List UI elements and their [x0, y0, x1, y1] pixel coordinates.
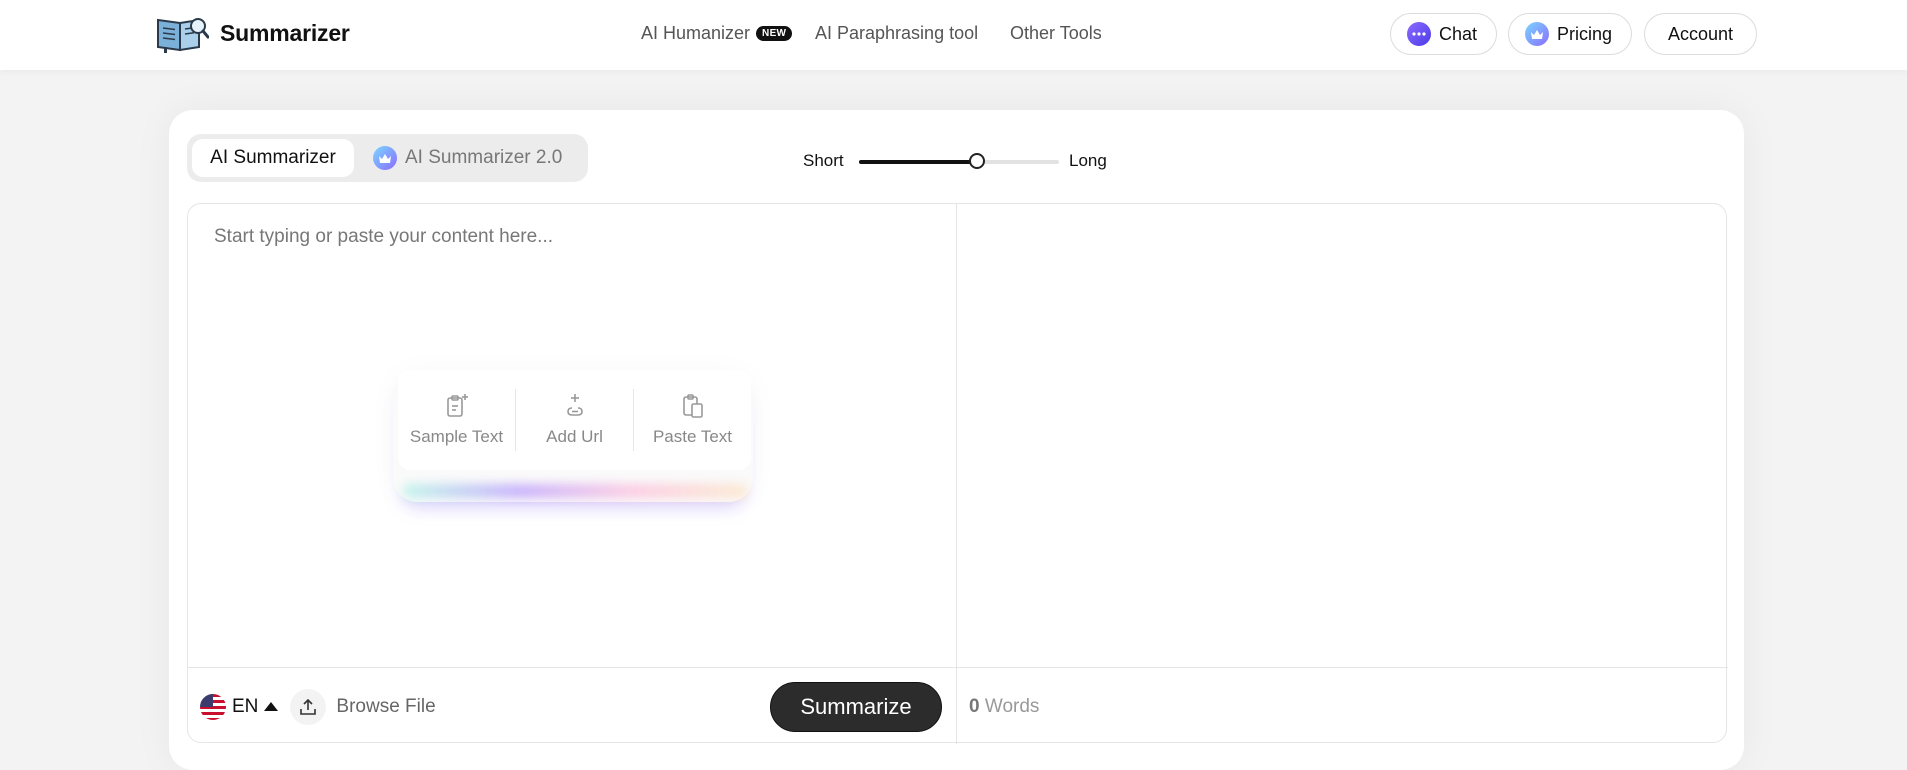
nav-ai-humanizer-label: AI Humanizer — [641, 23, 751, 43]
word-count: 0 Words — [969, 696, 1039, 718]
language-label: EN — [232, 696, 259, 717]
length-short-label: Short — [803, 151, 844, 170]
chat-bubble-icon — [1407, 22, 1431, 46]
add-url-button[interactable]: Add Url — [516, 393, 633, 447]
paste-text-button[interactable]: Paste Text — [634, 393, 751, 447]
tab-ai-summarizer-2[interactable]: AI Summarizer 2.0 — [373, 139, 562, 177]
top-header: Summarizer AI Humanizer NEW AI Paraphrasi… — [0, 0, 1907, 70]
footer-divider — [188, 667, 1728, 668]
tab-ai-summarizer[interactable]: AI Summarizer — [192, 139, 354, 177]
word-count-label: Words — [984, 696, 1040, 717]
sample-text-button[interactable]: Sample Text — [398, 393, 515, 447]
quick-actions: Sample Text Add Url Paste Text — [398, 370, 751, 470]
clipboard-plus-icon — [446, 394, 468, 417]
summarize-button[interactable]: Summarize — [770, 682, 942, 732]
pricing-button-label: Pricing — [1557, 23, 1613, 44]
nav-ai-paraphrasing[interactable]: AI Paraphrasing tool — [815, 23, 978, 44]
crown-icon — [373, 146, 397, 170]
us-flag-icon — [200, 694, 226, 720]
editor-panel: Sample Text Add Url Paste Tex — [187, 203, 1728, 744]
browse-file-button[interactable]: Browse File — [336, 696, 435, 718]
mode-tabs: AI Summarizer AI Summarizer 2.0 — [187, 134, 588, 182]
paste-clipboard-icon — [682, 394, 703, 418]
length-slider-thumb[interactable] — [969, 153, 985, 169]
new-badge: NEW — [756, 26, 793, 41]
caret-up-icon — [264, 701, 279, 711]
sample-text-label: Sample Text — [409, 427, 504, 446]
length-slider[interactable] — [859, 153, 1059, 169]
language-selector[interactable]: EN — [200, 694, 279, 720]
nav-ai-humanizer[interactable]: AI Humanizer NEW — [641, 23, 793, 44]
tab-ai-summarizer-2-label: AI Summarizer 2.0 — [405, 147, 563, 168]
crown-icon — [1525, 22, 1549, 46]
pricing-button[interactable]: Pricing — [1508, 13, 1632, 55]
chat-button[interactable]: Chat — [1390, 13, 1497, 55]
panel-divider — [956, 204, 957, 744]
link-plus-icon — [566, 394, 583, 416]
chat-button-label: Chat — [1439, 23, 1478, 44]
add-url-label: Add Url — [546, 427, 603, 446]
length-slider-fill — [859, 160, 977, 164]
word-count-value: 0 — [969, 696, 980, 717]
nav-other-tools[interactable]: Other Tools — [1010, 23, 1102, 44]
quick-actions-rainbow-glow — [403, 484, 748, 498]
paste-text-label: Paste Text — [652, 427, 733, 446]
brand-name[interactable]: Summarizer — [220, 20, 350, 47]
book-magnifier-logo-icon[interactable] — [155, 14, 209, 54]
editor-footer-left: EN Browse File — [200, 684, 436, 730]
account-button[interactable]: Account — [1644, 13, 1757, 55]
upload-icon[interactable] — [290, 689, 327, 725]
length-long-label: Long — [1069, 151, 1107, 170]
summarizer-card: AI Summarizer AI Summarizer 2.0 Short Lo… — [169, 110, 1744, 770]
